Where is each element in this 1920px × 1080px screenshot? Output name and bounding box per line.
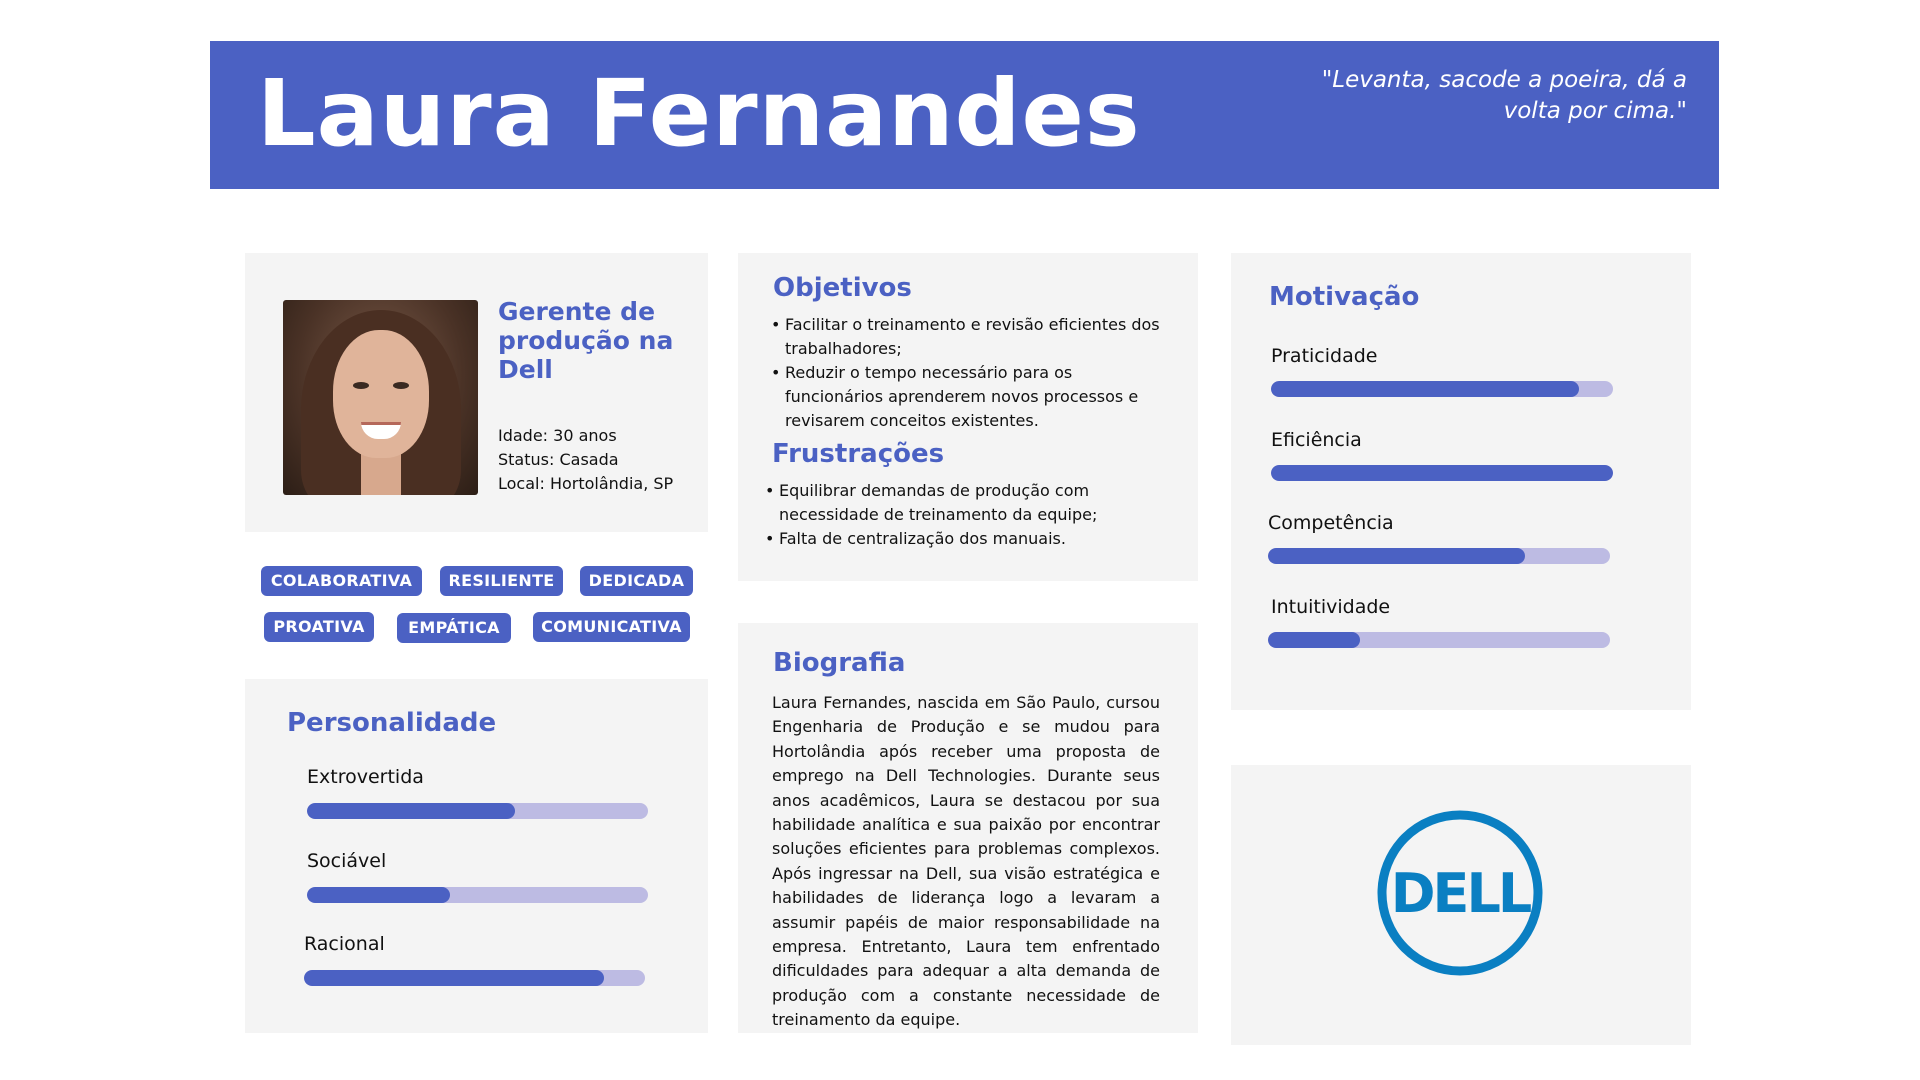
personality-title: Personalidade [287,708,497,738]
persona-status: Status: Casada [498,450,619,469]
biography-text: Laura Fernandes, nascida em São Paulo, c… [772,693,1160,1030]
trait-label: Sociável [307,850,387,872]
motivation-track [1268,548,1610,564]
motivation-label: Eficiência [1271,429,1362,451]
motivation-label: Competência [1268,512,1394,534]
logo-card: DELL [1231,765,1691,1045]
motivation-fill [1271,381,1579,397]
avatar-eye-right [393,382,409,389]
list-item: Facilitar o treinamento e revisão eficie… [771,313,1171,361]
motivation-label: Intuitividade [1271,596,1391,618]
persona-location: Local: Hortolândia, SP [498,474,674,493]
goals-card: Objetivos Facilitar o treinamento e revi… [738,253,1198,581]
profile-card: Gerente de produção na Dell Idade: 30 an… [245,253,708,532]
motivation-track [1271,381,1613,397]
avatar-eye-left [353,382,369,389]
motivation-fill [1268,632,1361,648]
frustrations-title: Frustrações [772,439,945,469]
personality-card: Personalidade Extrovertida Sociável Raci… [245,679,708,1033]
tag-empatica: EMPÁTICA [397,613,511,643]
trait-fill [307,887,451,903]
trait-fill [304,970,605,986]
dell-logo-icon: DELL [1377,810,1543,976]
motivation-track [1268,632,1610,648]
tag-dedicada: DEDICADA [580,566,693,596]
motivation-fill [1271,465,1613,481]
avatar-face [333,330,429,458]
biography-title: Biografia [773,648,906,678]
trait-label: Racional [304,933,385,955]
persona-name: Laura Fernandes [257,60,1141,167]
persona-info: Idade: 30 anos Status: Casada Local: Hor… [498,424,673,496]
avatar [283,300,478,495]
list-item: Equilibrar demandas de produção com nece… [765,479,1165,527]
persona-quote: "Levanta, sacode a poeira, dá a volta po… [1321,67,1687,125]
list-item: Falta de centralização dos manuais. [765,527,1165,551]
motivation-fill [1268,548,1525,564]
dell-logo-text: DELL [1391,862,1531,925]
trait-track [307,803,648,819]
goals-title: Objetivos [773,273,912,303]
tag-comunicativa: COMUNICATIVA [533,612,690,642]
list-item: Reduzir o tempo necessário para os funci… [771,361,1171,433]
trait-track [304,970,645,986]
tag-proativa: PROATIVA [264,612,374,642]
trait-label: Extrovertida [307,766,424,788]
header-banner: Laura Fernandes "Levanta, sacode a poeir… [210,41,1719,189]
motivation-label: Praticidade [1271,345,1378,367]
persona-age: Idade: 30 anos [498,426,617,445]
motivation-track [1271,465,1613,481]
frustrations-list: Equilibrar demandas de produção com nece… [765,479,1165,551]
biography-card: Biografia Laura Fernandes, nascida em Sã… [738,623,1198,1033]
tag-colaborativa: COLABORATIVA [261,566,422,596]
motivation-card: Motivação Praticidade Eficiência Competê… [1231,253,1691,710]
trait-track [307,887,648,903]
persona-role: Gerente de produção na Dell [498,297,674,384]
goals-list: Facilitar o treinamento e revisão eficie… [771,313,1171,433]
tag-resiliente: RESILIENTE [440,566,563,596]
trait-fill [307,803,515,819]
avatar-mouth [361,422,401,439]
motivation-title: Motivação [1269,282,1420,312]
